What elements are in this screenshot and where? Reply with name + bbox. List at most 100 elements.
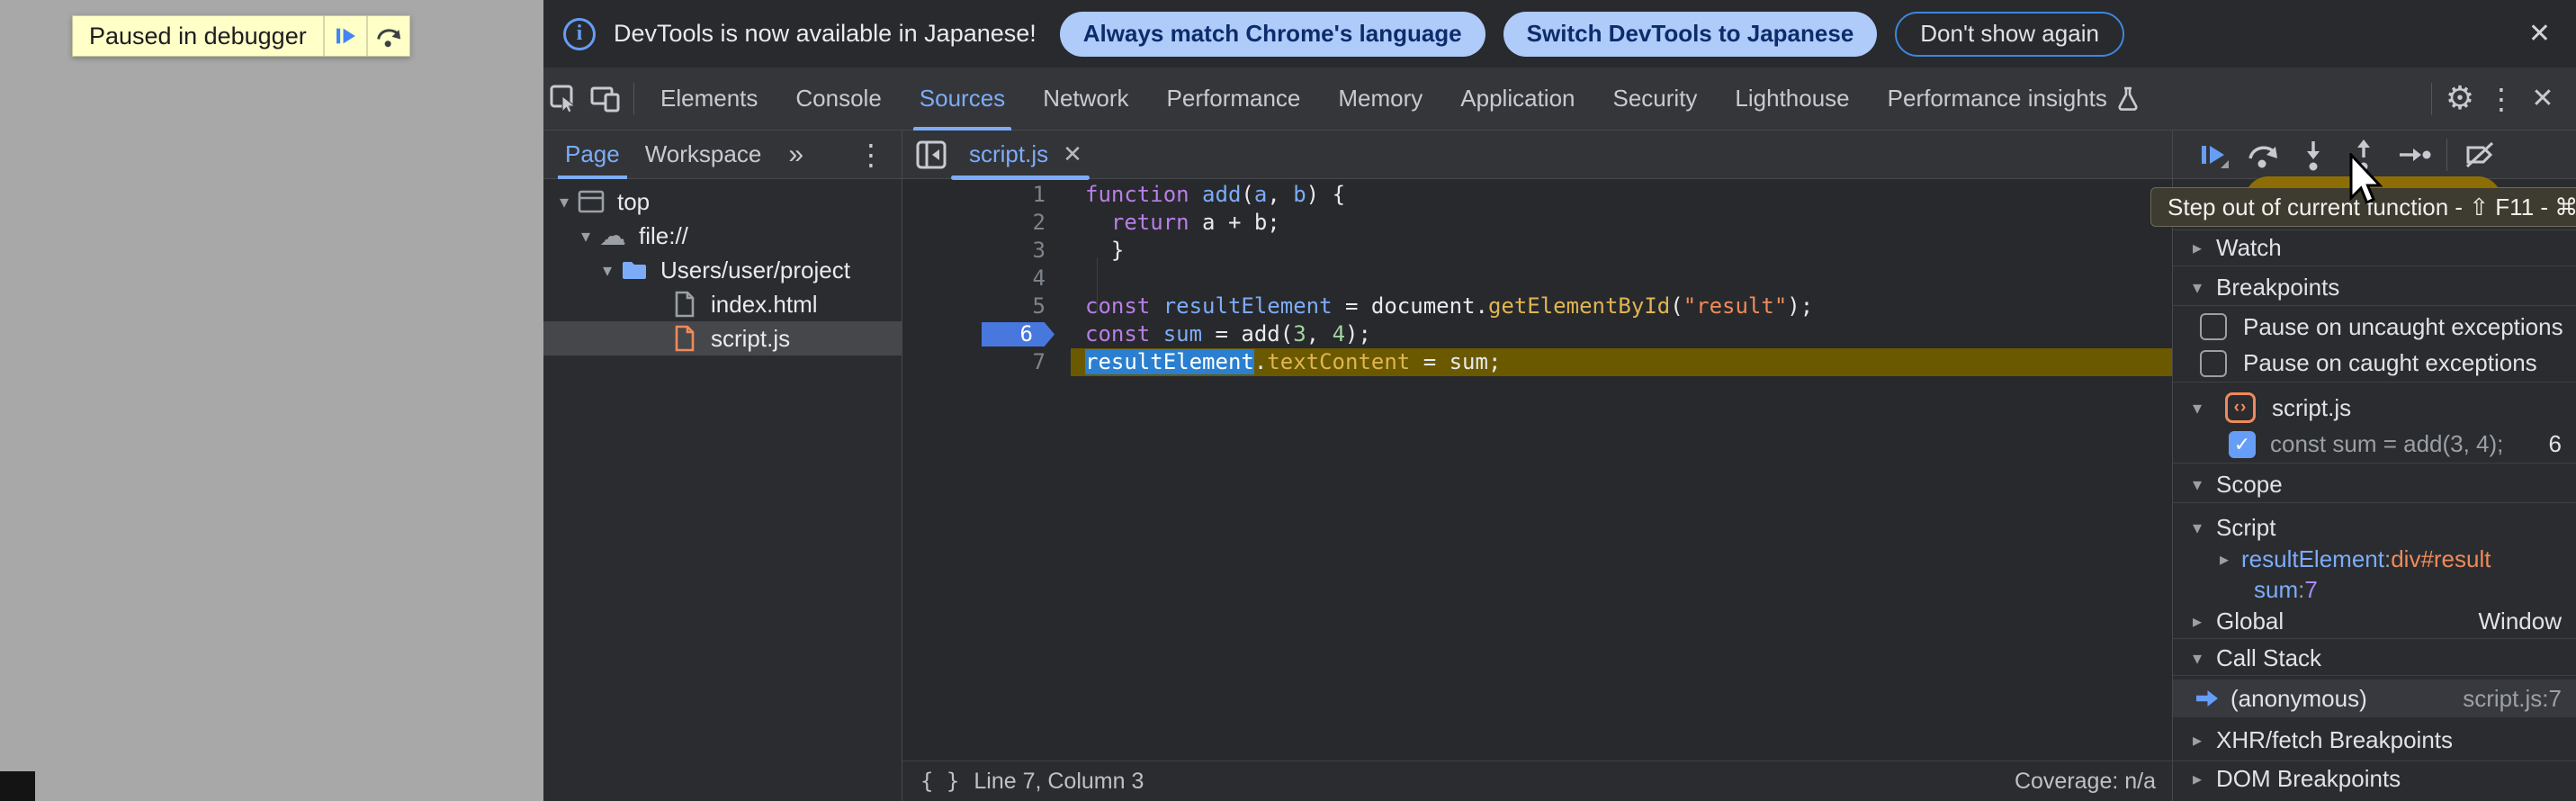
code-token: a + b; [1189, 210, 1280, 235]
tab-performance[interactable]: Performance [1148, 68, 1320, 130]
settings-gear-icon[interactable]: ⚙ [2439, 75, 2481, 123]
code-token: textContent [1267, 349, 1410, 374]
checkbox-checked[interactable]: ✓ [2229, 431, 2256, 458]
code-line-3[interactable]: } [1071, 237, 2172, 265]
step-over-button[interactable] [2238, 130, 2288, 179]
gutter-line-6[interactable]: 6 [902, 320, 1071, 348]
code-editor[interactable]: 1234567 function add(a, b) { return a + … [902, 179, 2172, 760]
inspect-element-icon[interactable] [543, 75, 585, 123]
code-lines: function add(a, b) { return a + b; } cons… [1071, 181, 2172, 376]
deactivate-breakpoints-button[interactable] [2455, 130, 2505, 179]
gutter-line-3[interactable]: 3 [902, 237, 1071, 265]
code-line-2[interactable]: return a + b; [1071, 209, 2172, 237]
line-number-gutter: 1234567 [902, 181, 1071, 376]
gutter-line-2[interactable]: 2 [902, 209, 1071, 237]
code-token: resultElement [1085, 349, 1254, 374]
tab-performance-insights[interactable]: Performance insights [1869, 68, 2159, 130]
infobar-close-icon[interactable]: ✕ [2528, 18, 2551, 50]
expand-arrow-icon[interactable]: ▸ [2186, 610, 2209, 633]
expand-arrow-icon[interactable]: ▾ [596, 259, 619, 282]
checkbox-unchecked[interactable] [2200, 350, 2227, 377]
always-match-language-button[interactable]: Always match Chrome's language [1060, 12, 1485, 57]
more-options-kebab-icon[interactable]: ⋮ [2481, 75, 2522, 123]
section-watch[interactable]: ▸ Watch [2173, 230, 2576, 266]
scope-script-row[interactable]: ▾ Script [2173, 512, 2576, 543]
section-dom-breakpoints[interactable]: ▸ DOM Breakpoints [2173, 760, 2576, 796]
gutter-line-5[interactable]: 5 [902, 292, 1071, 320]
editor-tab-script-js[interactable]: script.js ✕ [964, 130, 1088, 179]
step-over-banner-button[interactable] [366, 16, 409, 56]
tree-item-top[interactable]: ▾ top [543, 184, 902, 219]
file-icon [669, 291, 700, 318]
step-into-button[interactable] [2288, 130, 2338, 179]
tree-item-index-html[interactable]: index.html [543, 287, 902, 321]
tab-console[interactable]: Console [776, 68, 900, 130]
expand-arrow-icon[interactable]: ▾ [2186, 397, 2209, 419]
pause-caught-exceptions-row[interactable]: Pause on caught exceptions [2173, 345, 2576, 382]
devtools-close-icon[interactable]: ✕ [2522, 75, 2563, 123]
file-js-icon [669, 325, 700, 352]
tab-elements[interactable]: Elements [642, 68, 776, 130]
gutter-line-7[interactable]: 7 [902, 348, 1071, 376]
section-xhr-breakpoints[interactable]: ▸ XHR/fetch Breakpoints [2173, 722, 2576, 758]
navigator-tab-page[interactable]: Page [561, 130, 624, 179]
breakpoint-group-script-js[interactable]: ▾ ‹› script.js [2173, 390, 2576, 426]
code-token: ) { [1306, 182, 1345, 207]
more-tabs-chevrons-icon[interactable]: » [788, 140, 802, 170]
editor-status-bar: { } Line 7, Column 3 Coverage: n/a [902, 760, 2172, 801]
expand-arrow-icon[interactable]: ▾ [2186, 276, 2209, 299]
pretty-print-braces-icon[interactable]: { } [902, 769, 974, 794]
collapse-arrow-icon[interactable]: ▸ [2186, 768, 2209, 790]
tab-lighthouse[interactable]: Lighthouse [1716, 68, 1868, 130]
switch-to-japanese-button[interactable]: Switch DevTools to Japanese [1503, 12, 1878, 57]
navigator-tab-workspace[interactable]: Workspace [642, 130, 766, 179]
breakpoint-entry-row[interactable]: ✓ const sum = add(3, 4); 6 [2173, 426, 2576, 464]
tab-security[interactable]: Security [1594, 68, 1717, 130]
gutter-line-1[interactable]: 1 [902, 181, 1071, 209]
collapse-arrow-icon[interactable]: ▸ [2186, 729, 2209, 752]
expand-arrow-icon[interactable]: ▾ [2186, 473, 2209, 496]
tree-label: index.html [711, 291, 818, 319]
code-line-7[interactable]: resultElement.textContent = sum; [1071, 348, 2172, 376]
resume-script-button[interactable] [323, 16, 366, 56]
section-call-stack[interactable]: ▾ Call Stack [2173, 642, 2576, 676]
code-token: 3 [1293, 321, 1306, 346]
device-toolbar-icon[interactable] [585, 75, 626, 123]
var-name: sum [2254, 576, 2298, 604]
breakpoint-marker[interactable]: 6 [982, 322, 1055, 346]
scope-global-row[interactable]: ▸ Global Window [2173, 605, 2576, 639]
dont-show-again-button[interactable]: Don't show again [1895, 12, 2124, 57]
call-stack-frame-row[interactable]: (anonymous) script.js:7 [2173, 680, 2576, 717]
editor-tab-close-icon[interactable]: ✕ [1063, 140, 1082, 168]
tree-item-file-protocol[interactable]: ▾ ☁ file:// [543, 219, 902, 253]
section-breakpoints[interactable]: ▾ Breakpoints [2173, 270, 2576, 306]
tab-network[interactable]: Network [1024, 68, 1147, 130]
tab-application[interactable]: Application [1441, 68, 1593, 130]
section-scope[interactable]: ▾ Scope [2173, 467, 2576, 503]
code-line-5[interactable]: const resultElement = document.getElemen… [1071, 292, 2172, 320]
tab-memory[interactable]: Memory [1319, 68, 1441, 130]
debugger-sidebar: ▸ Watch ▾ Breakpoints Pause on uncaught … [2172, 130, 2576, 801]
tree-item-project-folder[interactable]: ▾ Users/user/project [543, 253, 902, 287]
pause-uncaught-exceptions-row[interactable]: Pause on uncaught exceptions [2173, 310, 2576, 343]
resume-script-execution-button[interactable] [2187, 130, 2238, 179]
tab-sources[interactable]: Sources [901, 68, 1024, 130]
expand-arrow-icon[interactable]: ▾ [2186, 517, 2209, 539]
step-over-icon [374, 23, 403, 49]
scope-var-sum[interactable]: sum: 7 [2173, 574, 2576, 605]
scope-var-resultelement[interactable]: ▸ resultElement: div#result [2173, 544, 2576, 574]
gutter-line-4[interactable]: 4 [902, 265, 1071, 292]
code-line-6[interactable]: const sum = add(3, 4); [1071, 320, 2172, 348]
navigator-menu-kebab-icon[interactable]: ⋮ [848, 138, 894, 172]
expand-arrow-icon[interactable]: ▾ [2186, 647, 2209, 670]
expand-arrow-icon[interactable]: ▸ [2212, 548, 2236, 571]
code-line-4[interactable] [1071, 265, 2172, 292]
expand-arrow-icon[interactable]: ▾ [574, 225, 597, 248]
checkbox-unchecked[interactable] [2200, 313, 2227, 340]
collapse-arrow-icon[interactable]: ▸ [2186, 237, 2209, 259]
toggle-navigator-icon[interactable] [915, 139, 947, 171]
step-button[interactable] [2389, 130, 2439, 179]
expand-arrow-icon[interactable]: ▾ [552, 191, 576, 213]
tree-item-script-js[interactable]: script.js [543, 321, 902, 356]
code-line-1[interactable]: function add(a, b) { [1071, 181, 2172, 209]
